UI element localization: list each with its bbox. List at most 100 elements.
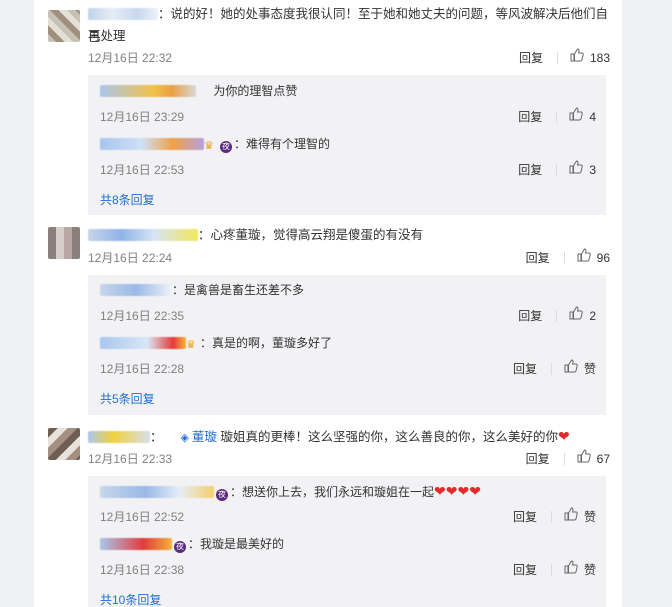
like-button[interactable]: 4 <box>569 107 596 127</box>
reply-button[interactable]: 回复 <box>526 248 550 268</box>
like-count: 3 <box>589 163 596 177</box>
comment-meta: 12月16日 22:33 回复 67 <box>88 449 610 469</box>
like-button[interactable]: 2 <box>569 306 596 326</box>
reply-text: 夜：想送你上去，我们永远和璇姐在一起❤❤❤❤ <box>100 481 596 502</box>
thumbs-up-icon <box>564 560 578 580</box>
divider <box>550 511 552 523</box>
replies-box: 为你的理智点赞 12月16日 23:29 回复 4 ♛ 夜：难得有个理智的 12… <box>88 75 606 215</box>
blurred-username[interactable] <box>100 284 172 296</box>
reply-button[interactable]: 回复 <box>513 560 537 580</box>
like-count: 赞 <box>583 510 596 524</box>
reply-actions: 回复 4 <box>518 107 596 127</box>
divider <box>556 111 558 123</box>
reply-meta: 12月16日 22:53 回复 3 <box>100 160 596 180</box>
reply-text: ♛ 夜：难得有个理智的 <box>100 134 596 154</box>
blurred-username[interactable] <box>100 85 196 97</box>
reply-button[interactable]: 回复 <box>518 306 542 326</box>
divider <box>556 164 558 176</box>
divider <box>556 310 558 322</box>
night-badge-icon: 夜 <box>220 141 232 153</box>
night-badge-icon: 夜 <box>174 541 186 553</box>
blurred-username[interactable] <box>88 431 150 443</box>
heart-icon: ❤❤❤❤ <box>434 483 481 499</box>
mention-link[interactable]: 董璇 <box>192 430 217 444</box>
reply-button[interactable]: 回复 <box>519 48 543 68</box>
avatar[interactable] <box>48 428 80 460</box>
comment-meta: 12月16日 22:24 回复 96 <box>88 248 610 268</box>
reply-time: 12月16日 22:53 <box>100 163 185 177</box>
thumbs-up-icon <box>564 507 578 527</box>
comment-time: 12月16日 22:33 <box>88 452 173 466</box>
reply-actions: 回复 赞 <box>513 560 596 580</box>
like-count: 赞 <box>583 362 596 376</box>
like-count: 67 <box>596 452 610 466</box>
like-button[interactable]: 赞 <box>564 507 596 527</box>
heart-icon: ❤ <box>557 428 570 444</box>
divider <box>556 52 558 64</box>
reply-button[interactable]: 回复 <box>518 107 542 127</box>
reply-button[interactable]: 回复 <box>513 507 537 527</box>
reply-button[interactable]: 回复 <box>518 160 542 180</box>
reply-meta: 12月16日 22:28 回复 赞 <box>100 359 596 379</box>
reply-time: 12月16日 22:38 <box>100 563 185 577</box>
like-count: 4 <box>589 110 596 124</box>
more-replies-link[interactable]: 共8条回复 <box>100 191 155 208</box>
thumbs-up-icon <box>569 107 584 127</box>
like-count: 183 <box>589 51 610 65</box>
reply-time: 12月16日 22:28 <box>100 362 185 376</box>
comment-actions: 回复 96 <box>526 248 610 268</box>
like-button[interactable]: 3 <box>569 160 596 180</box>
comment-text: ： ◈ 董璇 璇姐真的更棒！这么坚强的你，这么善良的你，这么美好的你❤ <box>88 425 610 450</box>
like-count: 赞 <box>583 563 596 577</box>
thumbs-up-icon <box>564 359 578 379</box>
comment-text-continued: 再处理 <box>88 29 126 43</box>
like-button[interactable]: 67 <box>577 449 610 469</box>
avatar[interactable] <box>48 227 80 259</box>
comment-time: 12月16日 22:24 <box>88 251 173 265</box>
reply-button[interactable]: 回复 <box>513 359 537 379</box>
more-replies-link[interactable]: 共10条回复 <box>100 591 161 607</box>
reply-button[interactable]: 回复 <box>526 449 550 469</box>
comment-actions: 回复 183 <box>519 48 610 68</box>
comment-meta: 12月16日 22:32 回复 183 <box>88 48 610 68</box>
reply-meta: 12月16日 22:38 回复 赞 <box>100 560 596 580</box>
reply-actions: 回复 赞 <box>513 359 596 379</box>
replies-box: 夜：想送你上去，我们永远和璇姐在一起❤❤❤❤ 12月16日 22:52 回复 赞 <box>88 476 606 607</box>
reply-actions: 回复 赞 <box>513 507 596 527</box>
like-button[interactable]: 赞 <box>564 359 596 379</box>
like-button[interactable]: 96 <box>577 248 610 268</box>
divider <box>563 453 565 465</box>
more-replies-link[interactable]: 共5条回复 <box>100 390 155 407</box>
crown-icon: ♛ <box>204 140 214 152</box>
like-count: 2 <box>589 309 596 323</box>
blurred-username[interactable] <box>100 138 204 150</box>
like-button[interactable]: 183 <box>570 48 610 68</box>
reply-text: 为你的理智点赞 <box>100 81 596 101</box>
like-button[interactable]: 赞 <box>564 560 596 580</box>
reply-meta: 12月16日 22:35 回复 2 <box>100 306 596 326</box>
reply-text: ：是禽兽是畜生还差不多 <box>100 280 596 300</box>
blurred-username[interactable] <box>100 538 172 550</box>
blurred-username[interactable] <box>88 8 158 20</box>
blurred-username[interactable] <box>100 486 214 498</box>
divider <box>563 252 565 264</box>
comment-text: ：心疼董璇，觉得高云翔是傻蛋的有没有 <box>88 224 610 247</box>
blurred-username[interactable] <box>88 229 198 241</box>
thumbs-up-icon <box>569 160 584 180</box>
avatar[interactable] <box>48 10 80 42</box>
reply-actions: 回复 2 <box>518 306 596 326</box>
replies-box: ：是禽兽是畜生还差不多 12月16日 22:35 回复 2 ♛：真是的啊，董璇多… <box>88 275 606 415</box>
comment-actions: 回复 67 <box>526 449 610 469</box>
reply-meta: 12月16日 22:52 回复 赞 <box>100 507 596 527</box>
reply-text: 夜：我璇是最美好的 <box>100 534 596 554</box>
like-count: 96 <box>596 251 610 265</box>
comment-thread: ：说的好！她的处事态度我很认同！至于她和她丈夫的问题，等风波解决后他们自己 再处… <box>34 0 622 607</box>
reply-actions: 回复 3 <box>518 160 596 180</box>
thumbs-up-icon <box>577 248 591 268</box>
thumbs-up-icon <box>570 48 584 68</box>
comment-time: 12月16日 22:32 <box>88 51 173 65</box>
reply-time: 12月16日 22:35 <box>100 309 185 323</box>
blurred-username[interactable] <box>100 337 186 349</box>
thumbs-up-icon <box>577 449 591 469</box>
reply-text: ♛ ：真是的啊，董璇多好了 <box>100 333 596 353</box>
